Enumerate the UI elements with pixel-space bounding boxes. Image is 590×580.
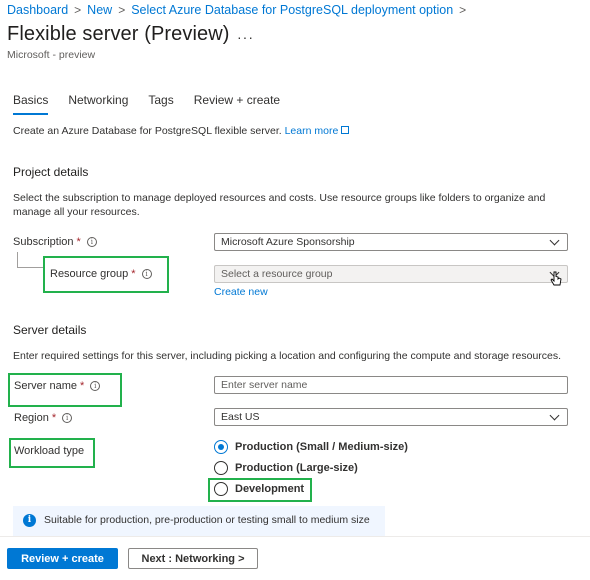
breadcrumb-dashboard[interactable]: Dashboard — [7, 3, 68, 17]
workload-info-text: Suitable for production, pre-production … — [44, 514, 370, 526]
workload-option-development[interactable]: Development — [214, 482, 304, 496]
review-create-button[interactable]: Review + create — [7, 548, 118, 569]
tab-bar: Basics Networking Tags Review + create — [13, 93, 300, 115]
project-details-description: Select the subscription to manage deploy… — [13, 192, 546, 218]
radio-unselected-icon — [214, 461, 228, 475]
resource-group-label: Resource group * i — [50, 268, 152, 280]
workload-info-box: i Suitable for production, pre-productio… — [13, 506, 385, 536]
tab-review-create[interactable]: Review + create — [194, 93, 280, 115]
region-label-text: Region — [14, 412, 49, 424]
external-link-icon — [341, 126, 350, 134]
intro-text: Create an Azure Database for PostgreSQL … — [13, 125, 282, 137]
tree-connector — [17, 252, 43, 268]
resource-group-label-text: Resource group — [50, 268, 129, 280]
subscription-select[interactable]: Microsoft Azure Sponsorship — [214, 233, 568, 251]
server-name-label-text: Server name — [14, 380, 77, 392]
info-icon[interactable]: i — [141, 269, 152, 279]
learn-more-link[interactable]: Learn more — [285, 125, 350, 137]
breadcrumb-new[interactable]: New — [87, 3, 112, 17]
page-title: Flexible server (Preview) — [7, 23, 230, 45]
cursor-icon — [550, 271, 562, 286]
workload-option-label: Production (Large-size) — [235, 462, 358, 474]
workload-option-label: Production (Small / Medium-size) — [235, 441, 408, 453]
ellipsis-icon[interactable]: ··· — [237, 29, 254, 45]
create-new-link[interactable]: Create new — [214, 286, 268, 298]
info-icon[interactable]: i — [90, 381, 101, 391]
workload-option-label: Development — [235, 483, 305, 495]
breadcrumb-separator: > — [74, 3, 82, 17]
subscription-label-text: Subscription — [13, 236, 74, 248]
workload-option-production-small[interactable]: Production (Small / Medium-size) — [214, 440, 408, 454]
project-details-heading: Project details — [13, 165, 89, 179]
region-label: Region * i — [14, 412, 73, 424]
server-details-description: Enter required settings for this server,… — [13, 350, 562, 362]
resource-group-placeholder: Select a resource group — [221, 268, 333, 280]
radio-unselected-icon — [214, 482, 228, 496]
next-networking-button[interactable]: Next : Networking > — [128, 548, 258, 569]
learn-more-label: Learn more — [284, 125, 339, 137]
info-icon[interactable]: i — [62, 413, 73, 423]
intro-description: Create an Azure Database for PostgreSQL … — [13, 125, 350, 137]
required-marker: * — [76, 236, 81, 248]
breadcrumb-separator: > — [118, 3, 126, 17]
radio-selected-icon — [214, 440, 228, 454]
subscription-value: Microsoft Azure Sponsorship — [221, 236, 355, 248]
breadcrumb-separator: > — [459, 3, 467, 17]
info-icon[interactable]: i — [86, 237, 97, 247]
chevron-down-icon — [549, 410, 560, 420]
tab-tags[interactable]: Tags — [148, 93, 173, 115]
server-name-placeholder: Enter server name — [221, 379, 308, 391]
region-value: East US — [221, 411, 260, 423]
region-select[interactable]: East US — [214, 408, 568, 426]
required-marker: * — [131, 268, 136, 280]
page-subtitle: Microsoft - preview — [7, 49, 96, 61]
workload-type-label: Workload type — [14, 445, 85, 457]
required-marker: * — [79, 380, 85, 392]
chevron-down-icon — [549, 235, 560, 245]
required-marker: * — [51, 412, 57, 424]
tab-basics[interactable]: Basics — [13, 93, 49, 115]
breadcrumb-deployment-option[interactable]: Select Azure Database for PostgreSQL dep… — [131, 3, 453, 17]
subscription-label: Subscription * i — [13, 236, 97, 248]
server-details-heading: Server details — [13, 323, 87, 337]
tab-networking[interactable]: Networking — [68, 93, 128, 115]
resource-group-select[interactable]: Select a resource group — [214, 265, 568, 283]
server-name-input[interactable]: Enter server name — [214, 376, 568, 394]
info-icon: i — [23, 514, 36, 527]
workload-option-production-large[interactable]: Production (Large-size) — [214, 461, 358, 475]
breadcrumb: Dashboard > New > Select Azure Database … — [7, 3, 472, 17]
server-name-label: Server name * i — [14, 380, 101, 392]
